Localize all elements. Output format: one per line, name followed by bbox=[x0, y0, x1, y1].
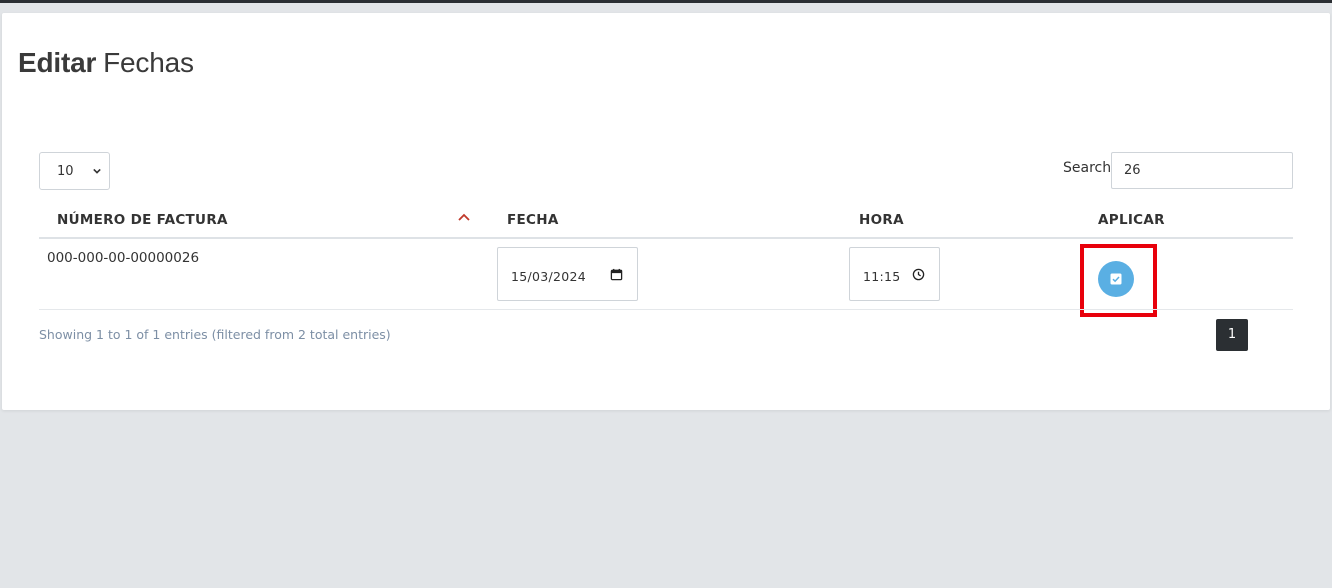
content-card: Editar Fechas 10 Search: 26 NÚMERO DE FAC… bbox=[2, 13, 1330, 410]
page-title: Editar Fechas bbox=[18, 47, 194, 79]
clock-icon[interactable] bbox=[912, 268, 925, 281]
pagination-page-button[interactable]: 1 bbox=[1216, 319, 1248, 351]
hora-time-input[interactable]: 11:15 bbox=[849, 247, 940, 301]
fecha-date-input[interactable]: 15/03/2024 bbox=[497, 247, 638, 301]
search-label: Search: bbox=[1063, 160, 1116, 176]
page-title-bold: Editar bbox=[18, 47, 97, 78]
search-input[interactable]: 26 bbox=[1111, 152, 1293, 189]
page-length-select[interactable]: 10 bbox=[39, 152, 110, 190]
column-header-numero[interactable]: NÚMERO DE FACTURA bbox=[57, 212, 228, 228]
hora-value: 11:15 bbox=[863, 269, 901, 284]
apply-button[interactable] bbox=[1098, 261, 1134, 297]
chevron-down-icon bbox=[93, 168, 101, 174]
chevron-up-icon[interactable] bbox=[458, 213, 470, 221]
check-square-icon bbox=[1110, 273, 1122, 285]
top-bar bbox=[0, 0, 1332, 3]
cell-numero-factura: 000-000-00-00000026 bbox=[47, 250, 200, 266]
table-header-divider bbox=[39, 237, 1293, 239]
column-header-hora[interactable]: HORA bbox=[859, 212, 904, 228]
fecha-value: 15/03/2024 bbox=[511, 269, 587, 284]
page-title-rest: Fechas bbox=[103, 47, 194, 78]
table-info: Showing 1 to 1 of 1 entries (filtered fr… bbox=[39, 327, 391, 342]
page-length-value: 10 bbox=[57, 164, 74, 179]
calendar-icon[interactable] bbox=[610, 268, 623, 281]
table-row-divider bbox=[39, 309, 1293, 310]
column-header-aplicar[interactable]: APLICAR bbox=[1098, 212, 1165, 228]
column-header-fecha[interactable]: FECHA bbox=[507, 212, 559, 228]
